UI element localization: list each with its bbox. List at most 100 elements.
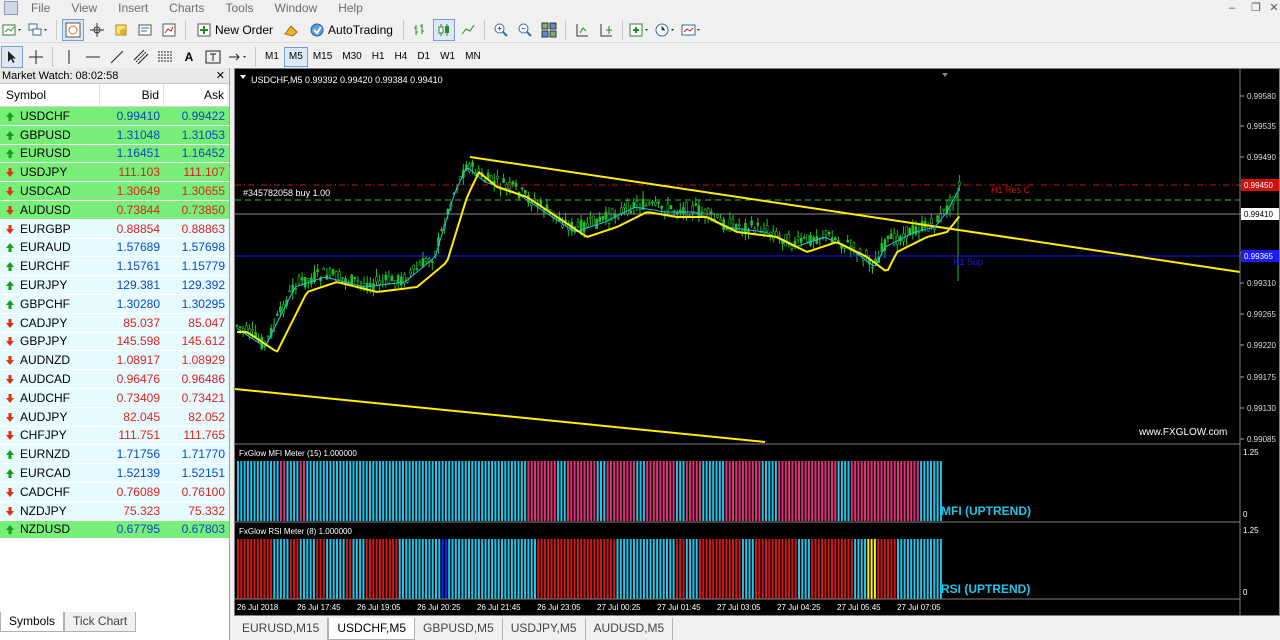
market-watch-row[interactable]: USDJPY 111.103 111.107 <box>0 163 229 183</box>
timeframe-w1[interactable]: W1 <box>435 47 460 67</box>
market-watch-row[interactable]: EURCAD 1.52139 1.52151 <box>0 464 229 483</box>
market-watch-row[interactable]: EURJPY 129.381 129.392 <box>0 276 229 295</box>
mfi-bar <box>758 461 761 521</box>
market-watch-row[interactable]: CHFJPY 111.751 111.765 <box>0 426 229 446</box>
menu-window[interactable]: Window <box>266 0 330 16</box>
chart-canvas[interactable]: USDCHF,M5 0.99392 0.99420 0.99384 0.9941… <box>235 69 1279 615</box>
market-watch-row[interactable]: USDCAD 1.30649 1.30655 <box>0 182 229 201</box>
rsi-bar <box>256 539 259 599</box>
periods-button[interactable] <box>654 19 678 41</box>
market-watch-row[interactable]: GBPJPY 145.598 145.612 <box>0 332 229 352</box>
market-watch-row[interactable]: USDCHF 0.99410 0.99422 <box>0 107 229 126</box>
horizontal-line-tool[interactable] <box>82 46 104 68</box>
timeframe-h1[interactable]: H1 <box>367 47 390 67</box>
menu-help[interactable]: Help <box>329 0 375 16</box>
market-watch-row[interactable]: AUDJPY 82.045 82.052 <box>0 407 229 427</box>
rsi-bar <box>692 539 695 599</box>
line-chart-button[interactable] <box>457 19 479 41</box>
crosshair-tool[interactable] <box>25 46 47 68</box>
zoom-out-button[interactable] <box>514 19 536 41</box>
close-icon[interactable]: ✕ <box>216 68 225 84</box>
market-watch-row[interactable]: NZDUSD 0.67795 0.67803 <box>0 520 229 540</box>
market-watch-row[interactable]: AUDNZD 1.08917 1.08929 <box>0 351 229 371</box>
market-watch-row[interactable]: EURUSD 1.16451 1.16452 <box>0 144 229 164</box>
metaeditor-button[interactable] <box>280 19 302 41</box>
market-watch-row[interactable]: EURGBP 0.88854 0.88863 <box>0 219 229 239</box>
minimize-icon[interactable]: – <box>1220 0 1244 16</box>
vertical-line-tool[interactable] <box>58 46 80 68</box>
column-header-symbol[interactable]: Symbol <box>0 84 100 106</box>
new-order-button[interactable]: New Order <box>191 19 278 41</box>
chart-menu-icon[interactable] <box>240 75 246 79</box>
zoom-in-button[interactable] <box>490 19 512 41</box>
trendline-tool[interactable] <box>106 46 128 68</box>
fibonacci-tool[interactable] <box>154 46 176 68</box>
candlestick-button[interactable] <box>432 18 455 41</box>
rsi-bar <box>464 539 467 599</box>
profiles-button[interactable] <box>27 19 51 41</box>
market-watch-row[interactable]: EURCHF 1.15761 1.15779 <box>0 257 229 277</box>
chart-tab-usdjpy-m5[interactable]: USDJPY,M5 <box>503 618 586 640</box>
menu-file[interactable]: File <box>22 0 62 16</box>
rsi-bar <box>530 539 533 599</box>
market-watch-toggle[interactable] <box>62 18 84 41</box>
new-chart-button[interactable] <box>1 19 25 41</box>
timeframe-m5[interactable]: M5 <box>283 46 308 67</box>
menu-insert[interactable]: Insert <box>109 0 160 16</box>
auto-trading-button[interactable]: AutoTrading <box>304 19 398 41</box>
mfi-bar <box>897 461 899 521</box>
timeframe-mn[interactable]: MN <box>460 47 486 67</box>
chart-tab-eurusd-m15[interactable]: EURUSD,M15 <box>234 618 329 640</box>
column-header-bid[interactable]: Bid <box>100 84 164 106</box>
timeframe-m1[interactable]: M1 <box>260 47 284 67</box>
navigator-toggle[interactable] <box>110 19 132 41</box>
tester-toggle[interactable] <box>158 19 180 41</box>
chart-shift-marker-icon[interactable] <box>942 73 948 77</box>
menu-view[interactable]: View <box>62 0 109 16</box>
candle-body <box>372 283 375 291</box>
market-watch-row[interactable]: AUDUSD 0.73844 0.73850 <box>0 200 229 220</box>
candle-body <box>626 200 629 215</box>
rsi-bar <box>784 539 787 599</box>
market-watch-row[interactable]: EURAUD 1.57689 1.57698 <box>0 238 229 258</box>
arrows-tool[interactable] <box>226 46 250 68</box>
cursor-tool[interactable] <box>1 45 23 68</box>
chart-shift-button[interactable] <box>595 19 617 41</box>
chart-tab-gbpusd-m5[interactable]: GBPUSD,M5 <box>415 618 503 640</box>
market-watch-row[interactable]: NZDJPY 75.323 75.332 <box>0 501 229 521</box>
candle-body <box>802 236 806 239</box>
menu-charts[interactable]: Charts <box>160 0 216 16</box>
new-order-icon <box>197 23 211 36</box>
column-header-ask[interactable]: Ask <box>164 84 228 106</box>
market-watch-row[interactable]: AUDCAD 0.96476 0.96486 <box>0 370 229 389</box>
channel-tool[interactable] <box>130 46 152 68</box>
market-watch-row[interactable]: CADJPY 85.037 85.047 <box>0 313 229 333</box>
timeframe-h4[interactable]: H4 <box>390 47 413 67</box>
templates-button[interactable] <box>680 19 704 41</box>
terminal-toggle[interactable] <box>134 19 156 41</box>
market-watch-row[interactable]: GBPUSD 1.31048 1.31053 <box>0 125 229 145</box>
tile-windows-button[interactable] <box>538 19 560 41</box>
timeframe-m15[interactable]: M15 <box>308 47 337 67</box>
trendline-lower[interactable] <box>235 388 766 443</box>
chart-tab-audusd-m5[interactable]: AUDUSD,M5 <box>586 618 674 640</box>
timeframe-m30[interactable]: M30 <box>337 47 366 67</box>
tab-tick-chart[interactable]: Tick Chart <box>64 612 137 632</box>
text-tool[interactable]: A <box>178 46 200 68</box>
market-watch-row[interactable]: CADCHF 0.76089 0.76100 <box>0 482 229 502</box>
market-watch-row[interactable]: GBPCHF 1.30280 1.30295 <box>0 294 229 314</box>
chart-window[interactable]: USDCHF,M5 0.99392 0.99420 0.99384 0.9941… <box>234 68 1280 616</box>
chart-tab-usdchf-m5[interactable]: USDCHF,M5 <box>328 618 416 640</box>
rsi-bar <box>421 539 424 599</box>
indicators-button[interactable] <box>628 19 652 41</box>
tab-symbols[interactable]: Symbols <box>0 612 65 632</box>
data-window-toggle[interactable] <box>86 19 108 41</box>
auto-scroll-button[interactable] <box>571 19 593 41</box>
timeframe-d1[interactable]: D1 <box>412 47 435 67</box>
close-icon[interactable]: ✕ <box>1262 0 1280 16</box>
text-label-tool[interactable] <box>202 46 224 68</box>
market-watch-row[interactable]: AUDCHF 0.73409 0.73421 <box>0 388 229 408</box>
menu-tools[interactable]: Tools <box>217 0 266 16</box>
bar-chart-button[interactable] <box>409 19 431 41</box>
market-watch-row[interactable]: EURNZD 1.71756 1.71770 <box>0 445 229 465</box>
